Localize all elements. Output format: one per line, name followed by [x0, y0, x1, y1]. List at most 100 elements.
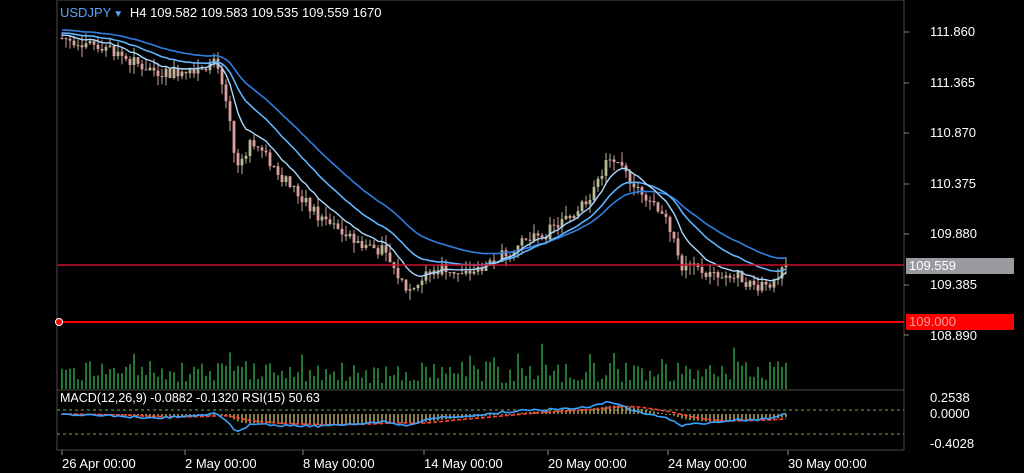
- volume-bar: [725, 373, 727, 389]
- candle-body: [68, 38, 72, 41]
- volume-bar: [769, 361, 771, 389]
- volume-bar: [545, 364, 547, 389]
- volume-bar: [341, 362, 343, 389]
- volume-bar: [141, 366, 143, 389]
- candle-body: [236, 152, 240, 166]
- macd-histogram-bar: [293, 414, 295, 425]
- macd-histogram-bar: [317, 414, 319, 426]
- candle-body: [88, 41, 92, 44]
- candle-body: [324, 216, 328, 220]
- volume-bar: [497, 366, 499, 389]
- candle-body: [680, 255, 684, 271]
- candle-body: [604, 160, 608, 176]
- volume-bar: [185, 381, 187, 389]
- candle-body: [632, 183, 636, 188]
- macd-histogram-bar: [757, 414, 759, 421]
- volume-bar: [189, 373, 191, 389]
- macd-histogram-bar: [501, 414, 503, 415]
- volume-bar: [465, 376, 467, 389]
- volume-bar: [565, 363, 567, 389]
- candle-body: [676, 238, 680, 256]
- triangle-down-icon[interactable]: ▼: [113, 9, 123, 20]
- candle-body: [472, 271, 476, 274]
- candle-body: [116, 51, 120, 57]
- candle-body: [420, 280, 424, 286]
- candle-body: [280, 175, 284, 183]
- candle-body: [268, 152, 272, 167]
- candle-body: [732, 277, 736, 279]
- volume-bar: [265, 364, 267, 389]
- symbol-name[interactable]: USDJPY: [60, 5, 111, 20]
- macd-histogram-bar: [333, 414, 335, 425]
- candle-body: [256, 146, 260, 148]
- volume-bar: [441, 366, 443, 389]
- candle-body: [360, 241, 364, 249]
- volume-bar: [349, 376, 351, 389]
- volume-bar: [129, 364, 131, 389]
- volume-bar: [233, 370, 235, 389]
- volume-bar: [557, 364, 559, 389]
- volume-bar: [133, 353, 135, 389]
- candle-body: [424, 271, 428, 281]
- volume-bar: [629, 380, 631, 389]
- volume-bar: [601, 378, 603, 389]
- volume-bar: [733, 347, 735, 389]
- macd-histogram-bar: [409, 414, 411, 424]
- macd-histogram-bar: [673, 414, 675, 416]
- volume-bar: [525, 375, 527, 389]
- macd-axis-label: 0.0000: [930, 406, 970, 421]
- volume-bar: [589, 353, 591, 389]
- macd-histogram-bar: [301, 414, 303, 425]
- volume-bar: [581, 379, 583, 389]
- macd-histogram-bar: [253, 414, 255, 424]
- volume-bar: [301, 354, 303, 389]
- volume-bar: [457, 373, 459, 389]
- volume-bar: [213, 380, 215, 389]
- close-value: 109.559: [301, 5, 349, 20]
- volume-bar: [677, 362, 679, 389]
- volume-bar: [93, 375, 95, 389]
- volume-bar: [573, 379, 575, 389]
- candle-body: [636, 186, 640, 188]
- high-value: 109.583: [200, 5, 248, 20]
- volume-bar: [89, 361, 91, 389]
- volume-bar: [761, 377, 763, 389]
- candle-body: [400, 278, 404, 280]
- macd-histogram-bar: [745, 414, 747, 421]
- volume-bar: [369, 382, 371, 389]
- volume-bar: [117, 373, 119, 389]
- volume-bar: [205, 375, 207, 389]
- candle-body: [292, 185, 296, 187]
- macd-histogram-bar: [661, 413, 663, 415]
- volume-bar: [229, 352, 231, 389]
- volume-bar: [533, 379, 535, 389]
- candle-body: [156, 70, 160, 77]
- candle-body: [80, 45, 84, 48]
- candle-body: [332, 223, 336, 225]
- volume-bar: [145, 375, 147, 389]
- volume-bar: [773, 367, 775, 389]
- volume-bar: [221, 363, 223, 389]
- volume-bar: [437, 378, 439, 389]
- volume-bar: [617, 368, 619, 389]
- current-price-tag: 109.559: [906, 258, 1014, 274]
- alert-line-handle[interactable]: [55, 318, 63, 326]
- volume-bar: [153, 372, 155, 389]
- candle-body: [388, 252, 392, 263]
- volume-bar: [461, 361, 463, 389]
- candle-body: [92, 41, 96, 45]
- volume-bar: [477, 369, 479, 389]
- candle-body: [404, 279, 408, 291]
- candle-body: [72, 40, 76, 46]
- volume-bar: [681, 373, 683, 389]
- candle-body: [644, 194, 648, 201]
- candle-body: [192, 69, 196, 74]
- volume-bar: [81, 380, 83, 389]
- volume-bar: [637, 366, 639, 389]
- alert-price-tag[interactable]: 109.000: [906, 314, 1014, 330]
- macd-histogram-bar: [269, 414, 271, 424]
- volume-bar: [181, 362, 183, 389]
- macd-histogram-bar: [429, 414, 431, 422]
- volume-bar: [429, 377, 431, 389]
- macd-histogram-bar: [669, 414, 671, 415]
